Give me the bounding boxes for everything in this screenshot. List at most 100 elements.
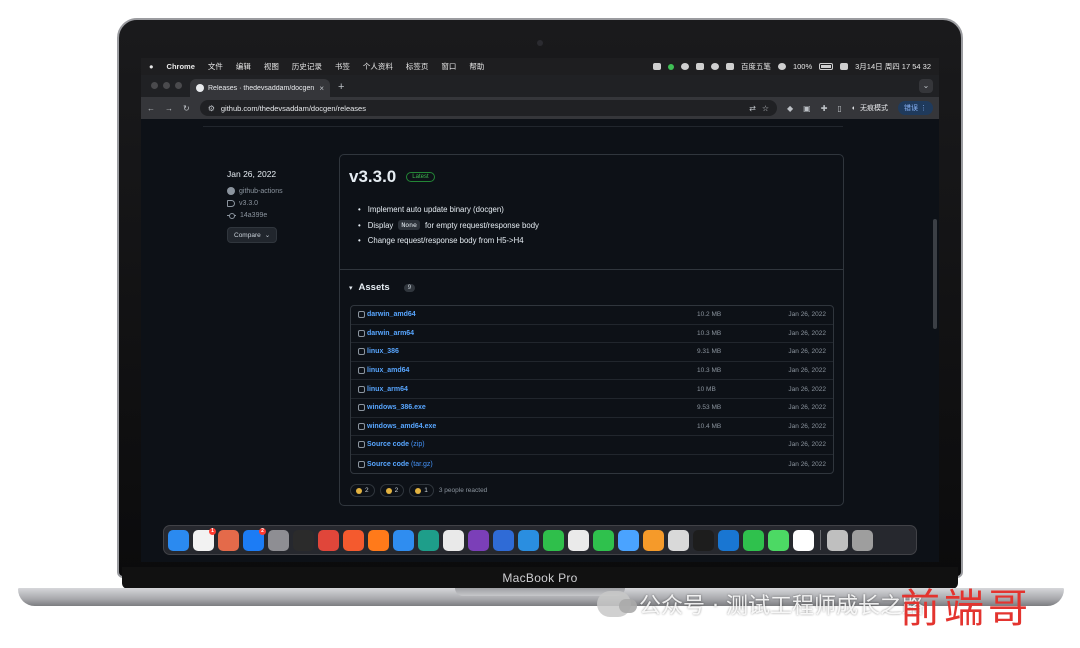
- asset-link[interactable]: linux_386: [367, 348, 697, 355]
- dock-text-app-icon[interactable]: [793, 529, 814, 551]
- table-row[interactable]: Source code (zip) Jan 26, 2022: [351, 436, 833, 455]
- minimize-window-button[interactable]: [163, 82, 170, 89]
- reaction-thumbs-up[interactable]: 2: [350, 484, 375, 497]
- asset-link[interactable]: darwin_amd64: [367, 311, 697, 318]
- table-row[interactable]: darwin_arm64 10.3 MB Jan 26, 2022: [351, 325, 833, 344]
- dock-firefox-icon[interactable]: [368, 529, 389, 551]
- menu-clock[interactable]: 3月14日 周四 17 54 32: [855, 61, 931, 72]
- tab-search-chevron-icon[interactable]: ⌄: [919, 79, 933, 93]
- asset-link[interactable]: linux_arm64: [367, 386, 697, 393]
- dock-appstore-icon[interactable]: 2: [243, 527, 266, 551]
- url-text[interactable]: github.com/thedevsaddam/docgen/releases: [221, 104, 366, 113]
- table-row[interactable]: Source code (tar.gz) Jan 26, 2022: [351, 455, 833, 474]
- author-name[interactable]: github-actions: [239, 188, 283, 195]
- asset-link[interactable]: windows_amd64.exe: [367, 423, 697, 430]
- compare-button[interactable]: Compare ⌄: [227, 227, 278, 243]
- site-settings-icon[interactable]: ⚙: [208, 104, 215, 113]
- dock-intellij-icon[interactable]: [493, 529, 514, 551]
- puzzle-extensions-icon[interactable]: ✚: [821, 104, 828, 113]
- release-tag[interactable]: v3.3.0: [227, 200, 327, 207]
- address-bar[interactable]: ⚙ github.com/thedevsaddam/docgen/release…: [199, 100, 777, 116]
- incognito-indicator[interactable]: ◐ 无痕模式: [852, 103, 888, 113]
- dock-settings-icon[interactable]: [268, 529, 289, 551]
- asset-link[interactable]: Source code (zip): [367, 441, 697, 448]
- translate-icon[interactable]: ⇄: [749, 104, 756, 113]
- dock-crown-app-icon[interactable]: [643, 529, 664, 551]
- dock-safari-icon[interactable]: [393, 529, 414, 551]
- reaction-tada[interactable]: 1: [409, 484, 434, 497]
- error-button[interactable]: 错误 ⋮: [898, 101, 933, 115]
- menu-file[interactable]: 文件: [208, 61, 223, 72]
- menu-profile[interactable]: 个人资料: [363, 61, 393, 72]
- dock-onenote-icon[interactable]: [468, 529, 489, 551]
- page-scrollbar[interactable]: [933, 219, 937, 329]
- back-arrow-icon[interactable]: ←: [147, 104, 155, 113]
- dock-chrome-icon[interactable]: [443, 529, 464, 551]
- menu-history[interactable]: 历史记录: [292, 61, 322, 72]
- release-title[interactable]: v3.3.0: [349, 167, 396, 187]
- reload-icon[interactable]: ↻: [183, 104, 190, 113]
- table-row[interactable]: windows_386.exe 9.53 MB Jan 26, 2022: [351, 399, 833, 418]
- release-commit[interactable]: 14a399e: [227, 212, 327, 219]
- table-row[interactable]: linux_arm64 10 MB Jan 26, 2022: [351, 380, 833, 399]
- dock-typora-icon[interactable]: [718, 529, 739, 551]
- release-author[interactable]: github-actions: [227, 187, 327, 195]
- zoom-window-button[interactable]: [175, 82, 182, 89]
- dock-android-app-icon[interactable]: [768, 529, 789, 551]
- dock-edge-icon[interactable]: [418, 529, 439, 551]
- asset-link[interactable]: darwin_arm64: [367, 330, 697, 337]
- forward-arrow-icon[interactable]: →: [165, 104, 173, 113]
- menu-bookmarks[interactable]: 书签: [335, 61, 350, 72]
- dock-vscode-icon[interactable]: [518, 529, 539, 551]
- menu-view[interactable]: 视图: [264, 61, 279, 72]
- dock-folder-icon[interactable]: [827, 529, 848, 551]
- dock-brush-app-icon[interactable]: [343, 529, 364, 551]
- dock-reminders-icon[interactable]: 1: [193, 527, 216, 551]
- dock-trash-icon[interactable]: [852, 529, 873, 551]
- side-panel-icon[interactable]: ▯: [837, 104, 841, 113]
- extension-icon[interactable]: ◆: [787, 104, 793, 113]
- calendar-extension-icon[interactable]: ▣: [803, 104, 811, 113]
- close-window-button[interactable]: [151, 82, 158, 89]
- status-chat-icon[interactable]: [680, 63, 689, 70]
- assets-toggle[interactable]: ▾ Assets 9: [349, 282, 416, 293]
- battery-icon[interactable]: [819, 63, 834, 70]
- table-row[interactable]: linux_386 9.31 MB Jan 26, 2022: [351, 343, 833, 362]
- dock-jug-app-icon[interactable]: [668, 529, 689, 551]
- apple-icon[interactable]: ●: [149, 62, 154, 71]
- menu-window[interactable]: 窗口: [441, 61, 456, 72]
- bookmark-star-icon[interactable]: ☆: [762, 104, 769, 113]
- dock-chat-app-icon[interactable]: [568, 529, 589, 551]
- tag-name[interactable]: v3.3.0: [239, 200, 258, 207]
- menu-edit[interactable]: 编辑: [236, 61, 251, 72]
- new-tab-button[interactable]: +: [330, 81, 352, 97]
- asset-link[interactable]: linux_amd64: [367, 367, 697, 374]
- dock-finder-icon[interactable]: [168, 529, 189, 551]
- table-row[interactable]: linux_amd64 10.3 MB Jan 26, 2022: [351, 362, 833, 381]
- asset-link[interactable]: windows_386.exe: [367, 404, 697, 411]
- menu-help[interactable]: 帮助: [469, 61, 484, 72]
- dock-pycharm-icon[interactable]: [543, 529, 564, 551]
- dock-wechat-work-icon[interactable]: [743, 529, 764, 551]
- dock-wechat-icon[interactable]: [593, 529, 614, 551]
- ime-indicator[interactable]: 百度五笔: [741, 61, 771, 72]
- control-center-icon[interactable]: [840, 63, 849, 70]
- bluetooth-icon[interactable]: [725, 63, 734, 70]
- wifi-icon[interactable]: [777, 63, 786, 70]
- asset-link[interactable]: Source code (tar.gz): [367, 461, 697, 468]
- status-online-icon[interactable]: [667, 63, 674, 70]
- dock-qq-icon[interactable]: [693, 529, 714, 551]
- dock-git-client-icon[interactable]: [318, 529, 339, 551]
- dock-launchpad-icon[interactable]: [218, 529, 239, 551]
- tab-releases[interactable]: Releases · thedevsaddam/docgen ×: [190, 79, 330, 97]
- dock-qq-browser-icon[interactable]: [618, 529, 639, 551]
- status-calendar-icon[interactable]: [695, 63, 704, 70]
- dock-terminal-icon[interactable]: [293, 529, 314, 551]
- menu-tabs[interactable]: 标签页: [406, 61, 429, 72]
- reaction-smile[interactable]: 2: [379, 484, 405, 497]
- table-row[interactable]: darwin_amd64 10.2 MB Jan 26, 2022: [351, 306, 833, 325]
- commit-hash[interactable]: 14a399e: [240, 212, 267, 219]
- table-row[interactable]: windows_amd64.exe 10.4 MB Jan 26, 2022: [351, 418, 833, 437]
- menu-app-name[interactable]: Chrome: [167, 62, 195, 71]
- status-cloud-icon[interactable]: [710, 63, 719, 70]
